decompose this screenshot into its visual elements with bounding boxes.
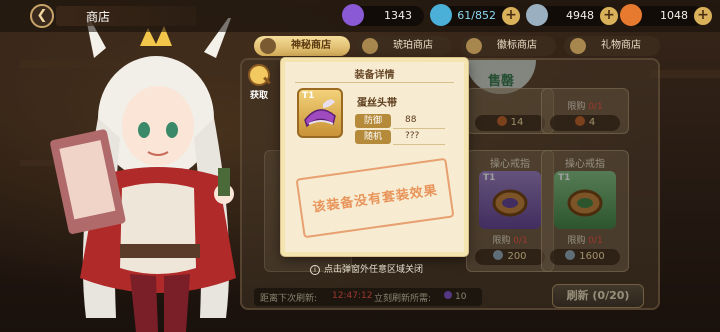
add-gear-coin-button[interactable]: + — [600, 7, 618, 25]
currency-crystal: 1343 — [342, 4, 424, 26]
currency-value: 1343 — [384, 9, 412, 22]
stat-value-defense: 88 — [405, 115, 417, 125]
leg-right — [164, 274, 190, 332]
currency-stamina: 61/852 + — [430, 4, 520, 26]
amber-shop-icon — [362, 38, 378, 54]
tab-label: 礼物商店 — [601, 40, 641, 51]
back-arrow-icon: ❮ — [36, 8, 48, 23]
belt — [120, 244, 200, 258]
currency-value: 4948 — [566, 9, 594, 22]
leg-left — [130, 274, 158, 332]
stat-value-random: ??? — [405, 131, 420, 141]
eye-left — [138, 122, 150, 138]
gift-shop-icon — [570, 38, 586, 54]
shopkeeper-character — [50, 18, 236, 332]
popup-title: 装备详情 — [354, 70, 395, 81]
mystery-shop-icon — [260, 38, 276, 54]
top-bar: ❮ 商店 1343 61/852 + 4948 + 1048 + — [0, 0, 720, 32]
stat-underline — [393, 144, 445, 145]
dress — [120, 183, 196, 274]
tab-gift-shop[interactable]: 礼物商店 — [564, 36, 660, 56]
tab-badge-shop[interactable]: 徽标商店 — [460, 36, 556, 56]
title-plate — [56, 6, 196, 26]
stamina-bottle-icon — [430, 4, 452, 26]
equipment-detail-popup: 装备详情 T1 蛋丝头带 防御 88 随机 ??? 该装备没有套装效果 — [281, 58, 468, 256]
tab-label: 神秘商店 — [291, 40, 331, 51]
get-source-label: 获取 — [249, 91, 268, 101]
eye-right — [166, 122, 178, 138]
stat-label-defense: 防御 — [355, 114, 391, 128]
currency-gear-coin: 4948 + — [526, 4, 618, 26]
add-stamina-button[interactable]: + — [502, 7, 520, 25]
info-icon: i — [310, 265, 320, 275]
bottle — [218, 168, 230, 196]
divider — [295, 82, 454, 83]
stat-underline — [393, 128, 445, 129]
item-tier: T1 — [302, 91, 315, 101]
item-icon-frame: T1 — [297, 88, 343, 138]
add-carrot-button[interactable]: + — [694, 7, 712, 25]
tab-mystery-shop[interactable]: 神秘商店 — [254, 36, 350, 56]
magnifier-icon — [248, 64, 270, 86]
currency-value: 61/852 — [457, 9, 496, 22]
purple-crystal-icon — [342, 4, 364, 26]
tab-amber-shop[interactable]: 琥珀商店 — [356, 36, 452, 56]
tab-label: 琥珀商店 — [393, 40, 433, 51]
currency-carrot: 1048 + — [620, 4, 712, 26]
badge-shop-icon — [466, 38, 482, 54]
close-hint-text: 点击弹窗外任意区域关闭 — [324, 265, 424, 275]
close-hint: i 点击弹窗外任意区域关闭 — [310, 262, 423, 275]
back-button[interactable]: ❮ — [30, 4, 54, 28]
get-source-button[interactable]: 获取 — [244, 64, 274, 101]
item-name: 蛋丝头带 — [357, 98, 397, 109]
no-set-effect-stamp: 该装备没有套装效果 — [295, 157, 455, 239]
page-title: 商店 — [86, 10, 111, 24]
carrot-icon — [620, 4, 642, 26]
gear-coin-icon — [526, 4, 548, 26]
stat-label-random: 随机 — [355, 130, 391, 144]
currency-value: 1048 — [660, 9, 688, 22]
stamp-text: 该装备没有套装效果 — [311, 183, 439, 216]
tab-label: 徽标商店 — [497, 40, 537, 51]
